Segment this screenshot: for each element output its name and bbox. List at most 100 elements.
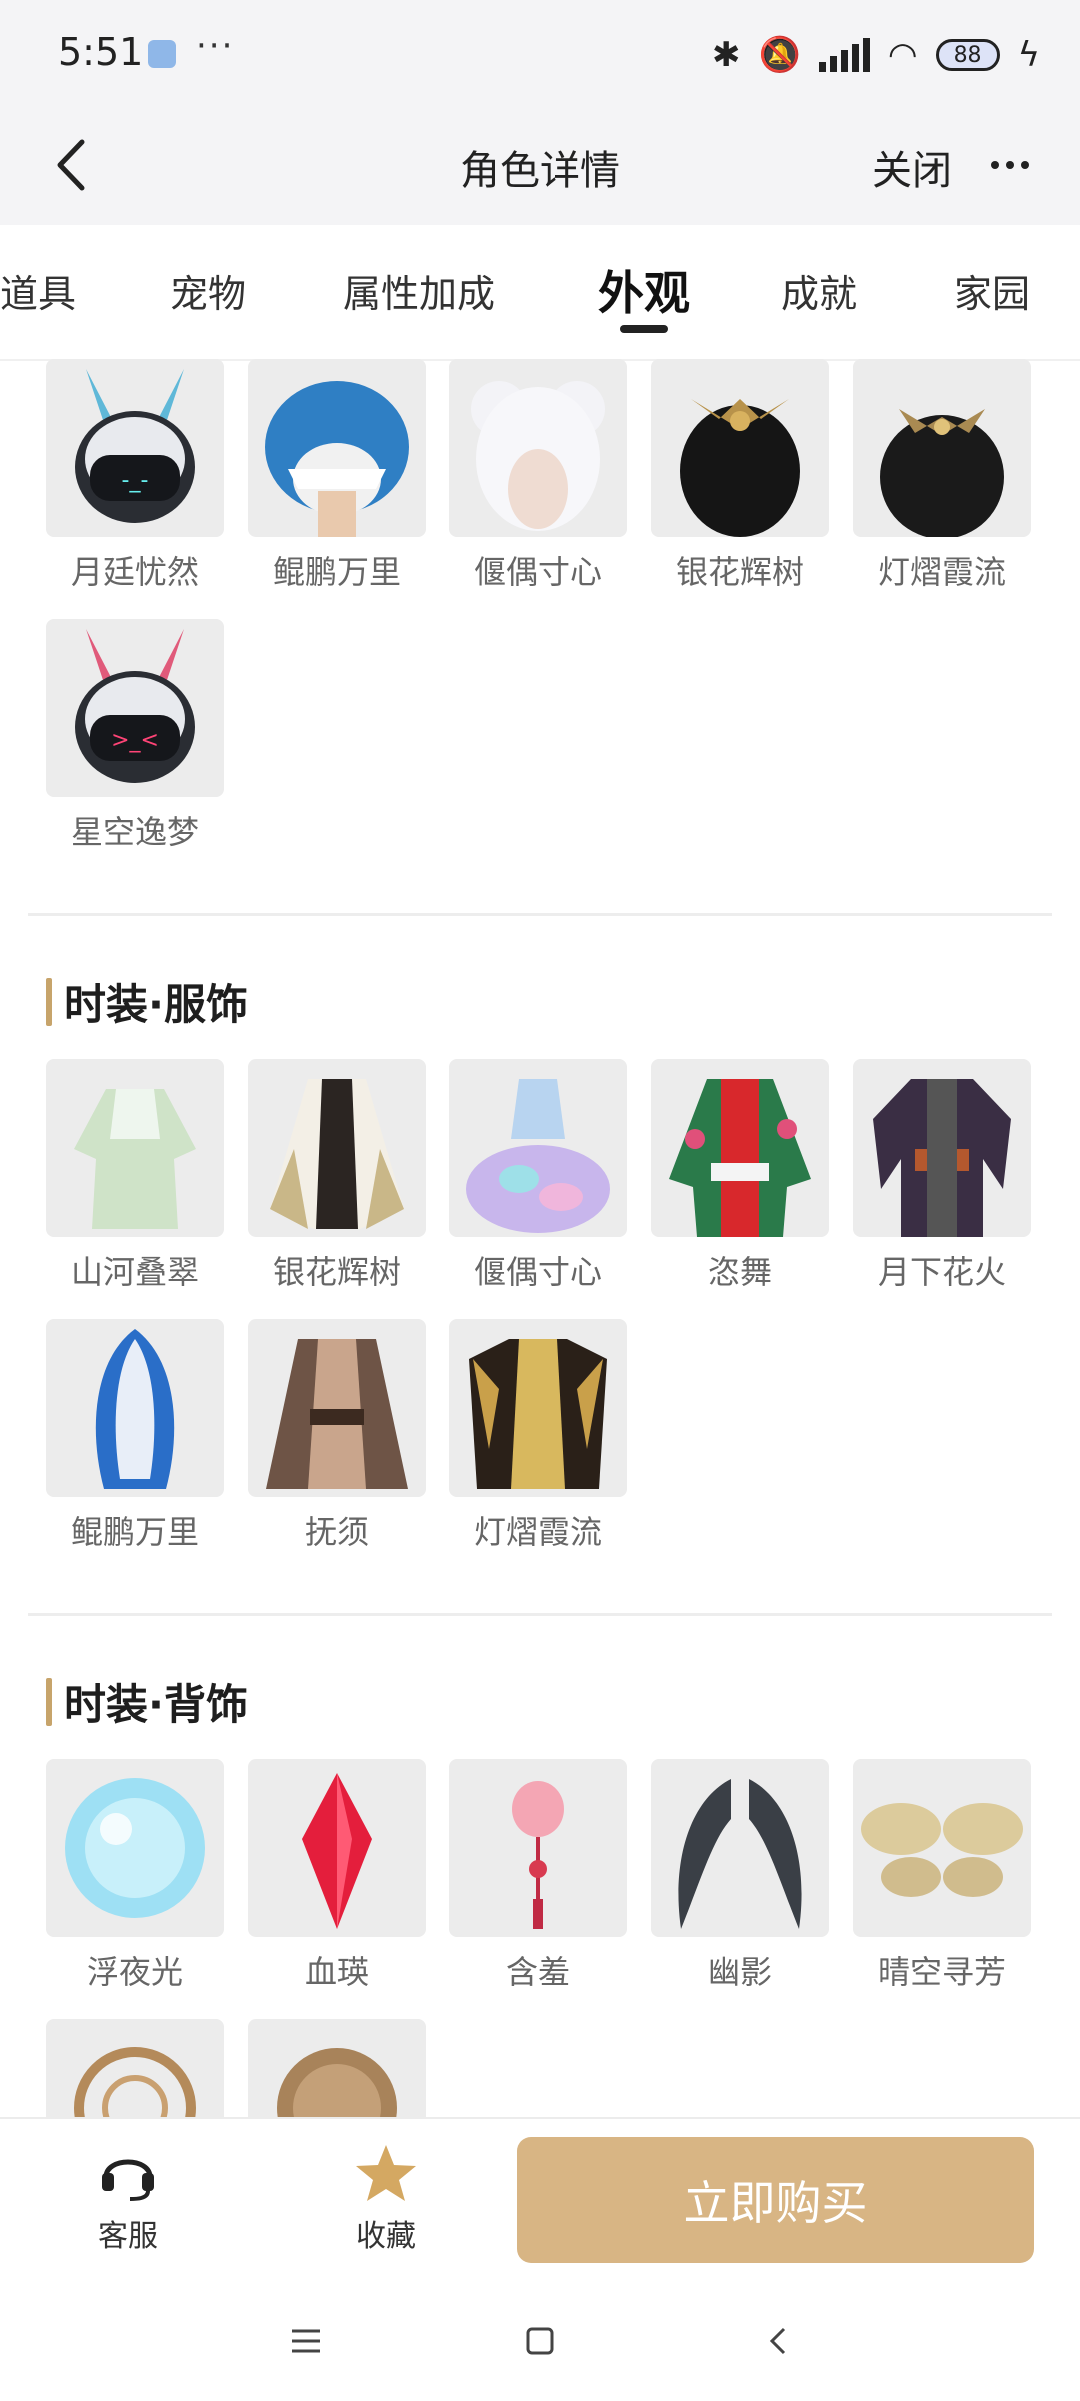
tab-appearance[interactable]: 外观 [598,257,690,323]
outfit-item[interactable]: 偃偶寸心 [449,359,627,593]
item-thumbnail [248,1319,426,1497]
outfit-item[interactable]: 幽影 [651,1759,829,1993]
item-name: 山河叠翠 [70,1253,199,1291]
item-name: 月下花火 [877,1253,1006,1291]
charging-icon: ϟ [1017,35,1040,75]
outfit-item[interactable]: 血瑛 [248,1759,426,1993]
bottom-action-bar: 客服 收藏 立即购买 [0,2117,1080,2283]
more-dot-icon [1021,161,1029,169]
outfit-item[interactable]: 鲲鹏万里 [46,1319,224,1553]
back-nav-button[interactable] [748,2317,808,2367]
section-divider [28,913,1052,916]
outfit-item[interactable]: 浮夜光 [46,1759,224,1993]
item-thumbnail [651,1759,829,1937]
item-name: 浮夜光 [86,1953,183,1991]
more-options-button[interactable] [980,130,1040,200]
tab-pets[interactable]: 宠物 [170,263,246,318]
section-marker [46,977,52,1026]
more-dot-icon [1006,161,1014,169]
item-thumbnail [449,1319,627,1497]
wifi-icon: ◠ [887,35,918,75]
title-bar: 角色详情 关闭 [0,110,1080,225]
tab-props[interactable]: 道具 [0,263,76,318]
home-nav-button[interactable] [510,2317,570,2367]
headset-icon [102,2159,154,2201]
menu-nav-button[interactable] [276,2317,336,2367]
item-thumbnail [853,1059,1031,1237]
buy-now-button[interactable]: 立即购买 [517,2137,1034,2263]
item-thumbnail [248,2019,426,2117]
section-title-text: 时装·服饰 [64,980,248,1029]
outfit-item[interactable]: 银花辉树 [651,359,829,593]
item-thumbnail [46,2019,224,2117]
item-thumbnail [853,359,1031,537]
item-thumbnail [651,359,829,537]
item-thumbnail [46,1059,224,1237]
outfit-item[interactable]: 银花辉树 [248,1059,426,1293]
outfit-item[interactable]: 灯熠霞流 [449,1319,627,1553]
outfit-item[interactable]: 鲲鹏万里 [248,359,426,593]
outfit-item[interactable]: 恣舞 [651,1059,829,1293]
favorite-button[interactable]: 收藏 [326,2143,446,2255]
mute-bell-icon: 🔕 [758,35,801,75]
outfit-item[interactable]: 灯熠霞流 [853,359,1031,593]
item-name: 灯熠霞流 [473,1513,602,1551]
more-notifications-icon: ··· [196,26,235,66]
appearance-content[interactable]: -_- 月廷忧然 鲲鹏万里 偃偶寸心 银花辉树 灯熠霞流 >_< 星空逸梦 时装… [0,359,1080,2117]
category-tabs: 道具 宠物 属性加成 外观 成就 家园 [0,225,1080,361]
outfit-item[interactable]: 月下花火 [853,1059,1031,1293]
item-name: 含羞 [505,1953,570,1991]
item-name: 幽影 [707,1953,772,1991]
close-button[interactable]: 关闭 [872,138,952,196]
item-name: 灯熠霞流 [877,553,1006,591]
tab-achievements[interactable]: 成就 [781,263,857,318]
outfit-item[interactable]: 山河叠翠 [46,1059,224,1293]
active-tab-indicator [620,325,668,333]
more-dot-icon [991,161,999,169]
app-notification-icon [148,40,176,68]
status-icons: ✱ 🔕 ◠ 88 ϟ [712,30,1040,80]
system-nav-bar [0,2281,1080,2401]
section-title-clothing: 时装·服饰 [46,971,248,1032]
item-name: 银花辉树 [675,553,804,591]
item-thumbnail [248,1059,426,1237]
outfit-item[interactable] [248,2019,426,2117]
status-time: 5:51 [58,30,144,74]
svg-text:-_-: -_- [122,468,149,493]
item-thumbnail [449,1059,627,1237]
item-name: 晴空寻芳 [877,1953,1006,1991]
item-name: 鲲鹏万里 [272,553,401,591]
customer-service-button[interactable]: 客服 [68,2143,188,2255]
item-thumbnail [853,1759,1031,1937]
item-thumbnail [449,1759,627,1937]
item-name: 鲲鹏万里 [70,1513,199,1551]
item-name: 血瑛 [304,1953,369,1991]
item-thumbnail: >_< [46,619,224,797]
tab-home[interactable]: 家园 [954,263,1030,318]
home-square-icon [526,2327,554,2355]
item-name: 恣舞 [707,1253,772,1291]
section-title-text: 时装·背饰 [64,1680,248,1729]
item-thumbnail [248,1759,426,1937]
item-name: 抚须 [304,1513,369,1551]
item-thumbnail [651,1059,829,1237]
section-marker [46,1677,52,1726]
bluetooth-icon: ✱ [712,35,741,75]
menu-icon [292,2329,320,2353]
status-bar: 5:51 ··· ✱ 🔕 ◠ 88 ϟ [0,0,1080,110]
item-name: 偃偶寸心 [473,1253,602,1291]
outfit-item[interactable]: 偃偶寸心 [449,1059,627,1293]
outfit-item[interactable]: 晴空寻芳 [853,1759,1031,1993]
outfit-item[interactable]: >_< 星空逸梦 [46,619,224,853]
tab-attribute-bonus[interactable]: 属性加成 [343,263,495,318]
item-name: 月廷忧然 [70,553,199,591]
outfit-item[interactable]: 含羞 [449,1759,627,1993]
section-divider [28,1613,1052,1616]
outfit-item[interactable]: 抚须 [248,1319,426,1553]
item-thumbnail: -_- [46,359,224,537]
outfit-item[interactable]: -_- 月廷忧然 [46,359,224,593]
outfit-item[interactable] [46,2019,224,2117]
item-name: 银花辉树 [272,1253,401,1291]
back-triangle-icon [769,2327,786,2355]
battery-icon: 88 [935,39,1000,71]
